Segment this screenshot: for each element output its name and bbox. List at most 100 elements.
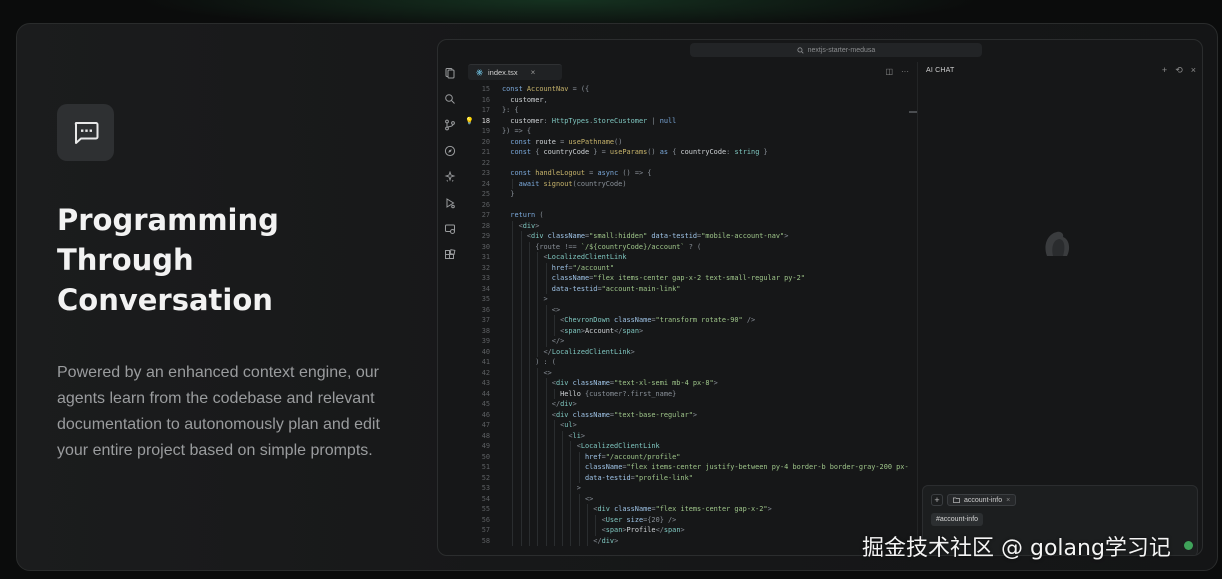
indent-guide bbox=[520, 525, 522, 536]
indent-guide bbox=[587, 535, 588, 546]
split-editor-icon[interactable]: ◫ bbox=[885, 67, 893, 76]
code-line: 34 data-testid="account-main-link" bbox=[462, 284, 917, 295]
indent-guide bbox=[570, 504, 572, 515]
indent-guide bbox=[570, 525, 572, 536]
remote-explorer-icon[interactable] bbox=[444, 223, 456, 235]
line-number: 19 bbox=[481, 127, 490, 135]
indent-guide bbox=[545, 430, 547, 441]
indent-guide bbox=[545, 409, 547, 420]
indent-guide bbox=[520, 357, 522, 368]
indent-guide bbox=[512, 399, 514, 410]
code-text: const AccountNav = ({ bbox=[502, 85, 590, 93]
line-number: 58 bbox=[481, 536, 490, 545]
code-line: 33 className="flex items-center gap-x-2 t… bbox=[462, 273, 917, 284]
code-line: 15 const AccountNav = ({ bbox=[462, 84, 917, 95]
indent-guide bbox=[553, 430, 555, 441]
context-chip-close-icon[interactable]: × bbox=[1006, 495, 1010, 506]
indent-guide bbox=[537, 525, 539, 536]
code-line: 51 className="flex items-center justify-b… bbox=[462, 462, 917, 473]
indent-guide bbox=[537, 367, 539, 378]
code-text: </div> bbox=[593, 536, 619, 545]
command-search[interactable]: nextjs-starter-medusa bbox=[690, 43, 982, 57]
code-line: 48 <li> bbox=[462, 431, 917, 442]
source-control-icon[interactable] bbox=[444, 119, 456, 131]
indent-guide bbox=[520, 273, 522, 284]
indent-guide bbox=[537, 346, 539, 357]
indent-guide bbox=[512, 325, 514, 336]
line-number: 31 bbox=[481, 253, 490, 261]
new-chat-icon[interactable]: + bbox=[1162, 65, 1167, 76]
more-actions-icon[interactable]: ··· bbox=[901, 67, 909, 76]
code-line: 31 <LocalizedClientLink bbox=[462, 252, 917, 263]
indent-guide bbox=[537, 378, 539, 389]
code-line: 19}) => { bbox=[462, 126, 917, 137]
line-number: 47 bbox=[481, 421, 490, 429]
compass-icon[interactable] bbox=[444, 145, 456, 157]
code-text: </> bbox=[551, 337, 565, 345]
indent-guide bbox=[537, 420, 539, 431]
indent-guide bbox=[528, 441, 530, 452]
code-text: ) : ( bbox=[535, 358, 556, 366]
indent-guide bbox=[528, 451, 530, 462]
line-number: 41 bbox=[481, 358, 490, 366]
code-line: 26 bbox=[462, 200, 917, 211]
indent-guide bbox=[520, 483, 522, 494]
indent-guide bbox=[512, 315, 514, 326]
indent-guide bbox=[570, 451, 572, 462]
indent-guide bbox=[520, 514, 522, 525]
indent-guide bbox=[545, 441, 547, 452]
code-text: <div className="text-base-regular"> bbox=[551, 410, 698, 419]
indent-guide bbox=[512, 462, 514, 473]
line-number: 37 bbox=[481, 316, 490, 324]
code-line: 44 Hello {customer?.first_name} bbox=[462, 389, 917, 400]
grid-icon[interactable] bbox=[444, 249, 456, 261]
tab-close-icon[interactable]: × bbox=[531, 68, 536, 77]
extensions-icon[interactable] bbox=[444, 171, 456, 183]
code-line: 43 <div className="text-xl-semi mb-4 px-8… bbox=[462, 378, 917, 389]
run-debug-icon[interactable] bbox=[444, 197, 456, 209]
line-number: 42 bbox=[481, 368, 490, 377]
code-line: 56 <User size={20} /> bbox=[462, 515, 917, 526]
status-dot bbox=[1184, 541, 1193, 550]
ide-window: nextjs-starter-medusa index.tsx × ◫ ··· bbox=[437, 39, 1203, 556]
indent-guide bbox=[545, 493, 547, 504]
indent-guide bbox=[512, 420, 514, 431]
code-line: 25} bbox=[462, 189, 917, 200]
code-line: 54 <> bbox=[462, 494, 917, 505]
tab-index-tsx[interactable]: index.tsx × bbox=[468, 64, 562, 80]
indent-guide bbox=[578, 472, 580, 483]
code-text: className="flex items-center gap-x-2 tex… bbox=[551, 274, 805, 282]
line-number: 29 bbox=[481, 232, 490, 240]
add-context-button[interactable]: + bbox=[931, 494, 943, 506]
indent-guide bbox=[512, 336, 514, 347]
indent-guide bbox=[512, 388, 514, 399]
indent-guide bbox=[562, 430, 564, 441]
indent-guide bbox=[545, 273, 547, 284]
editor-tabbar: index.tsx × ◫ ··· bbox=[462, 62, 917, 82]
indent-guide bbox=[537, 283, 539, 294]
close-chat-icon[interactable]: × bbox=[1191, 65, 1196, 76]
indent-guide bbox=[562, 472, 564, 483]
code-text: <User size={20} /> bbox=[601, 515, 677, 524]
code-text: <LocalizedClientLink bbox=[543, 253, 627, 261]
search-icon[interactable] bbox=[444, 93, 456, 105]
indent-guide bbox=[537, 399, 539, 410]
code-line: 39 </> bbox=[462, 336, 917, 347]
code-text: <li> bbox=[568, 431, 586, 440]
code-line: 46 <div className="text-base-regular"> bbox=[462, 410, 917, 421]
code-editor[interactable]: 15 const AccountNav = ({16 customer, 17}: {… bbox=[462, 84, 917, 555]
context-chip[interactable]: account-info × bbox=[947, 494, 1017, 506]
ide-titlebar: nextjs-starter-medusa bbox=[438, 40, 1202, 60]
line-number: 30 bbox=[481, 242, 490, 251]
line-number: 17 bbox=[481, 106, 490, 114]
history-icon[interactable]: ⟲ bbox=[1175, 65, 1183, 76]
indent-guide bbox=[520, 304, 522, 315]
files-icon[interactable] bbox=[444, 67, 456, 79]
indent-guide bbox=[520, 315, 522, 326]
indent-guide bbox=[512, 178, 514, 189]
indent-guide bbox=[545, 462, 547, 473]
indent-guide bbox=[512, 346, 514, 357]
indent-guide bbox=[553, 493, 555, 504]
indent-guide bbox=[528, 430, 530, 441]
indent-guide bbox=[578, 451, 580, 462]
